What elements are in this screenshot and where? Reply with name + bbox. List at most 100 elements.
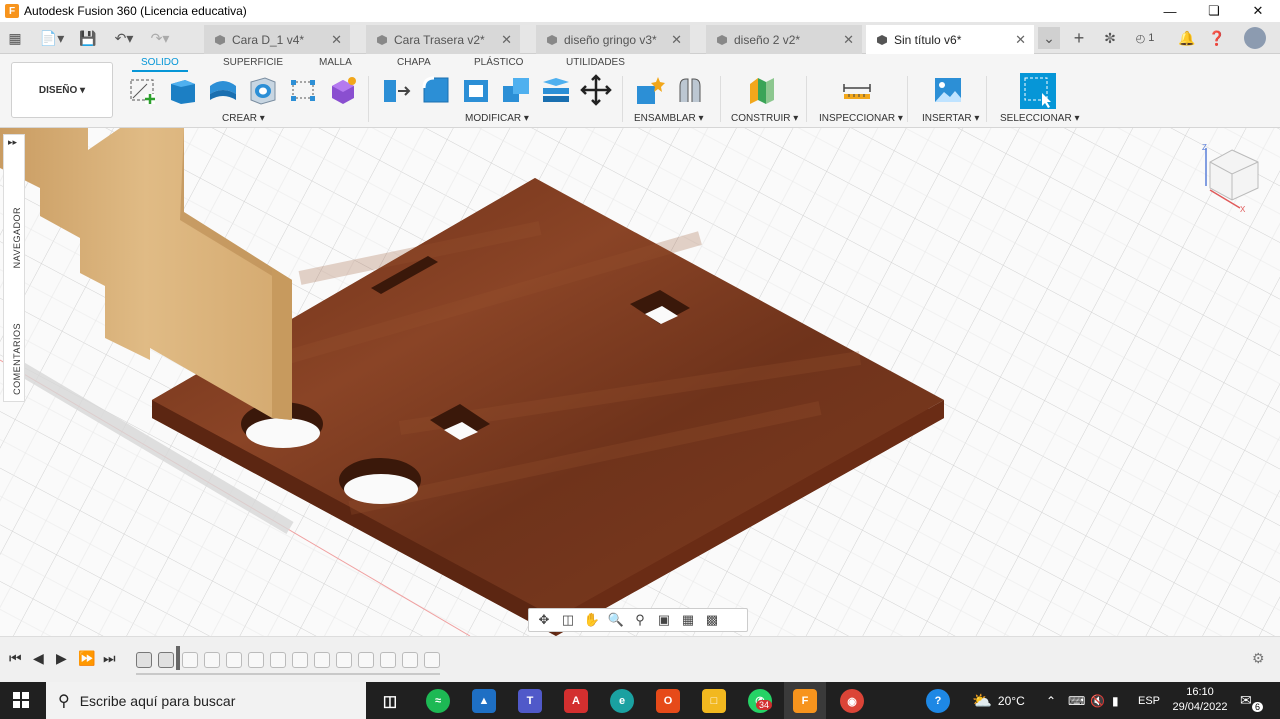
pan-hand-icon[interactable]: ✋ xyxy=(583,612,601,628)
timeline-feature[interactable] xyxy=(270,652,286,668)
look-at-icon[interactable]: ◫ xyxy=(559,612,577,628)
group-modificar[interactable]: MODIFICAR ▾ xyxy=(465,113,529,124)
tab-chapa[interactable]: CHAPA xyxy=(397,57,431,68)
display-settings-icon[interactable]: ▣ xyxy=(655,612,673,628)
tab-cara-d1[interactable]: Cara D_1 v4* ✕ xyxy=(204,25,350,54)
data-panel-grid-icon[interactable]: ▦ xyxy=(5,28,25,48)
undo-icon[interactable]: ↶▾ xyxy=(110,28,138,48)
insert-image-icon[interactable] xyxy=(932,74,964,106)
taskbar-search[interactable]: ⚲ Escribe aquí para buscar xyxy=(46,682,366,719)
step-forward-icon[interactable]: ⏩ xyxy=(78,650,95,667)
windows-start-icon[interactable] xyxy=(13,692,29,708)
group-inspeccionar[interactable]: INSPECCIONAR ▾ xyxy=(819,113,903,124)
help-icon[interactable]: ❓ xyxy=(1206,27,1228,49)
3d-viewport[interactable]: Z X xyxy=(0,128,1280,636)
timeline-feature[interactable] xyxy=(380,652,396,668)
split-body-icon[interactable] xyxy=(540,74,572,106)
group-construir[interactable]: CONSTRUIR ▾ xyxy=(731,113,798,124)
task-view-icon[interactable]: ◫ xyxy=(378,689,402,713)
wifi-icon[interactable]: ⌨ xyxy=(1068,682,1085,719)
notification-center-icon[interactable]: ✉ xyxy=(1240,682,1252,719)
close-tab-icon[interactable]: ✕ xyxy=(843,32,854,48)
acrobat-icon[interactable]: A xyxy=(564,689,588,713)
job-status-icon[interactable]: ◴ 1 xyxy=(1130,27,1160,49)
offset-plane-icon[interactable] xyxy=(746,74,778,106)
tab-solido[interactable]: SOLIDO xyxy=(141,57,179,68)
go-to-start-icon[interactable]: ⏮ xyxy=(9,650,22,667)
redo-icon[interactable]: ↷▾ xyxy=(146,28,174,48)
tab-diseno-2[interactable]: diseño 2 v2* ✕ xyxy=(706,25,862,54)
new-tab-plus-icon[interactable]: + xyxy=(1068,27,1090,49)
expand-panel-icon[interactable]: ▸▸ xyxy=(8,137,17,148)
timeline-settings-gear-icon[interactable]: ⚙ xyxy=(1252,650,1265,667)
volume-muted-icon[interactable]: 🔇 xyxy=(1090,682,1105,719)
pattern-icon[interactable] xyxy=(287,74,319,106)
timeline-feature[interactable] xyxy=(136,652,152,668)
tab-superficie[interactable]: SUPERFICIE xyxy=(223,57,283,68)
move-copy-icon[interactable] xyxy=(580,74,612,106)
office-icon[interactable]: O xyxy=(656,689,680,713)
timeline-feature[interactable] xyxy=(424,652,440,668)
timeline-feature[interactable] xyxy=(292,652,308,668)
group-crear[interactable]: CREAR ▾ xyxy=(222,113,265,124)
timeline-feature[interactable] xyxy=(314,652,330,668)
language-indicator[interactable]: ESP xyxy=(1138,682,1160,719)
press-pull-icon[interactable] xyxy=(380,74,412,106)
timeline-feature[interactable] xyxy=(226,652,242,668)
timeline-feature[interactable] xyxy=(248,652,264,668)
edge-icon[interactable]: e xyxy=(610,689,634,713)
go-to-end-icon[interactable]: ⏭ xyxy=(103,650,116,667)
timeline-marker[interactable] xyxy=(176,646,180,670)
tab-diseno-gringo[interactable]: diseño gringo v3* ✕ xyxy=(536,25,690,54)
extrude-icon[interactable] xyxy=(167,74,199,106)
zoom-icon[interactable]: 🔍 xyxy=(607,612,625,628)
fit-icon[interactable]: ⚲ xyxy=(631,612,649,628)
chrome-icon[interactable]: ◉ xyxy=(840,689,864,713)
file-explorer-icon[interactable]: □ xyxy=(702,689,726,713)
extensions-icon[interactable]: ✼ xyxy=(1099,27,1121,49)
weather-widget[interactable]: ⛅ 20°C xyxy=(972,682,1025,719)
restore-button[interactable]: ❏ xyxy=(1192,0,1236,22)
measure-icon[interactable] xyxy=(841,74,873,106)
timeline-feature[interactable] xyxy=(336,652,352,668)
close-tab-icon[interactable]: ✕ xyxy=(671,32,682,48)
form-icon[interactable] xyxy=(327,74,359,106)
timeline-feature[interactable] xyxy=(358,652,374,668)
system-clock[interactable]: 16:10 29/04/2022 xyxy=(1168,685,1232,715)
timeline-feature[interactable] xyxy=(402,652,418,668)
group-seleccionar[interactable]: SELECCIONAR ▾ xyxy=(1000,113,1079,124)
fusion-360-taskbar-icon[interactable]: F xyxy=(793,689,817,713)
notifications-bell-icon[interactable]: 🔔 xyxy=(1176,27,1198,49)
photos-icon[interactable]: ▲ xyxy=(472,689,496,713)
tab-plastico[interactable]: PLÁSTICO xyxy=(474,57,523,68)
select-icon[interactable] xyxy=(1020,73,1056,109)
file-menu-icon[interactable]: 📄▾ xyxy=(38,28,66,48)
tab-overflow-chevron-icon[interactable]: ⌄ xyxy=(1038,27,1060,49)
timeline-feature[interactable] xyxy=(204,652,220,668)
shell-icon[interactable] xyxy=(460,74,492,106)
tab-cara-trasera[interactable]: Cara Trasera v2* ✕ xyxy=(366,25,520,54)
minimize-button[interactable]: — xyxy=(1148,0,1192,22)
workspace-switcher-button[interactable]: DISEÑO ▾ xyxy=(11,62,113,118)
play-icon[interactable]: ▶ xyxy=(56,650,67,667)
new-component-icon[interactable] xyxy=(634,74,666,106)
step-back-icon[interactable]: ◀ xyxy=(33,650,44,667)
create-sketch-icon[interactable] xyxy=(127,74,159,106)
teams-icon[interactable]: T xyxy=(518,689,542,713)
tab-utilidades[interactable]: UTILIDADES xyxy=(566,57,625,68)
joint-icon[interactable] xyxy=(674,74,706,106)
revolve-icon[interactable] xyxy=(207,74,239,106)
timeline-feature[interactable] xyxy=(158,652,174,668)
viewports-icon[interactable]: ▩ xyxy=(703,612,721,628)
tray-chevron-icon[interactable]: ⌃ xyxy=(1046,682,1056,719)
grid-settings-icon[interactable]: ▦ xyxy=(679,612,697,628)
help-tray-icon[interactable]: ? xyxy=(926,689,950,713)
group-ensamblar[interactable]: ENSAMBLAR ▾ xyxy=(634,113,703,124)
close-tab-icon[interactable]: ✕ xyxy=(331,32,342,48)
comments-panel-label[interactable]: COMENTARIOS xyxy=(12,323,22,395)
spotify-icon[interactable]: ≈ xyxy=(426,689,450,713)
timeline-feature[interactable] xyxy=(182,652,198,668)
save-icon[interactable]: 💾 xyxy=(78,28,98,48)
tab-malla[interactable]: MALLA xyxy=(319,57,352,68)
viewcube[interactable]: Z X xyxy=(1200,142,1264,214)
